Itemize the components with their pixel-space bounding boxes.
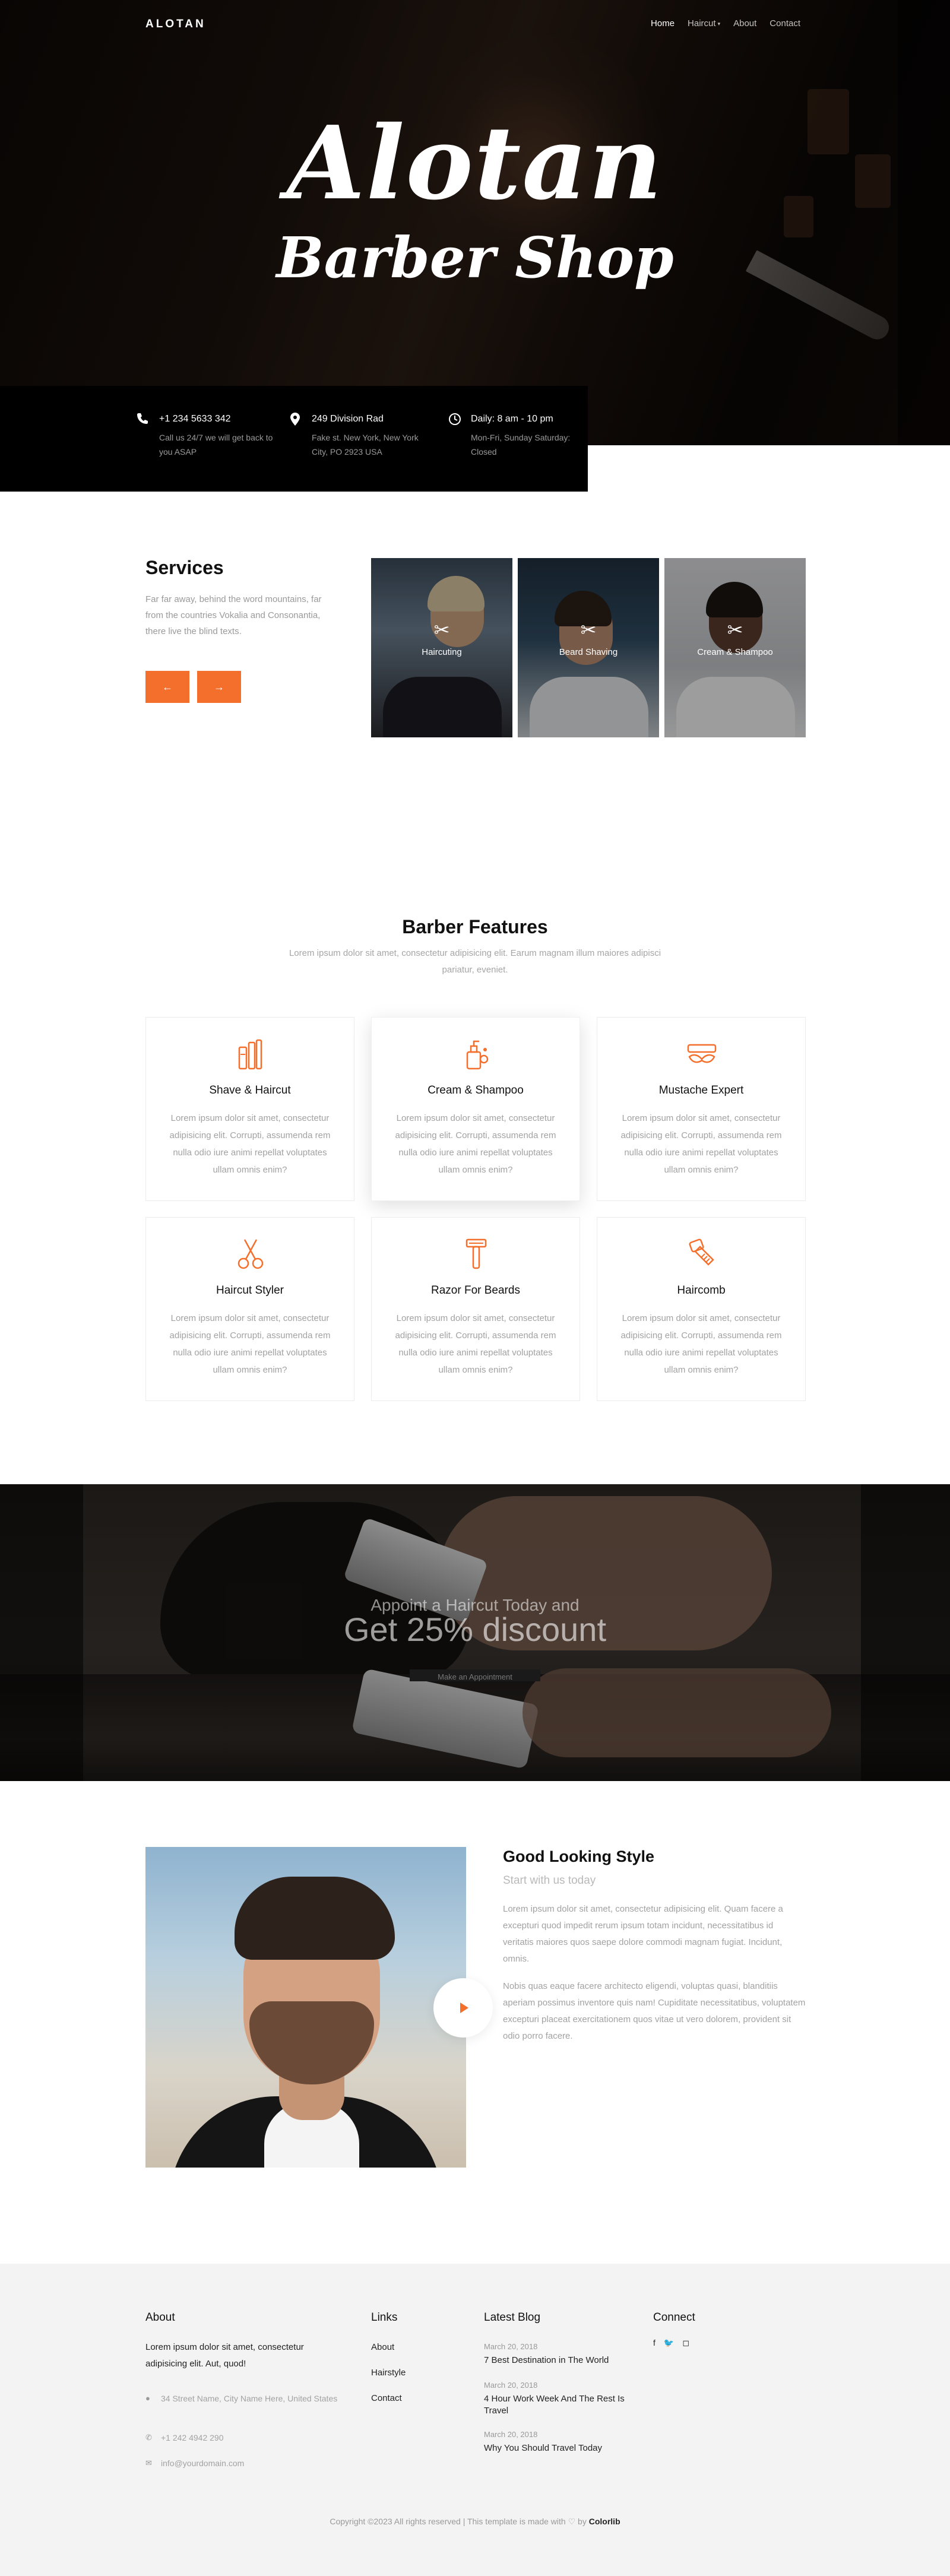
service-card-cream-shampoo[interactable]: ✂ Cream & Shampoo <box>664 558 806 737</box>
feature-card: Razor For Beards Lorem ipsum dolor sit a… <box>371 1217 580 1401</box>
copyright: Copyright ©2023 All rights reserved | Th… <box>330 2517 620 2526</box>
shave-kit-icon <box>233 1037 268 1072</box>
hero-title: Alotan <box>286 104 664 223</box>
colorlib-link[interactable]: Colorlib <box>589 2517 620 2526</box>
mail-icon: ✉ <box>145 2458 152 2467</box>
comb-icon <box>684 1237 720 1272</box>
phone-icon: ✆ <box>145 2433 152 2442</box>
service-card-beard-shaving[interactable]: ✂ Beard Shaving <box>518 558 659 737</box>
style-subtitle: Start with us today <box>503 1874 596 1887</box>
style-paragraph: Lorem ipsum dolor sit amet, consectetur … <box>503 1904 783 1964</box>
hero-section: ALOTAN Home Haircut ▾ About Contact Alota… <box>0 0 950 445</box>
info-bar: +1 234 5633 342 Call us 24/7 we will get… <box>0 386 588 492</box>
top-nav: ALOTAN Home Haircut ▾ About Contact <box>0 0 950 47</box>
service-label: Haircuting <box>422 647 462 657</box>
cream-bottle-icon <box>458 1037 494 1072</box>
footer-about-title: About <box>145 2311 175 2324</box>
facebook-icon[interactable]: f <box>653 2338 656 2348</box>
clock-icon <box>448 413 461 426</box>
heart-icon: ♡ <box>568 2517 576 2526</box>
services-description: Far far away, behind the word mountains,… <box>145 594 322 636</box>
map-pin-icon <box>289 413 302 426</box>
service-card-haircuting[interactable]: ✂ Haircuting <box>371 558 512 737</box>
style-photo <box>145 1847 466 2168</box>
brand-logo[interactable]: ALOTAN <box>145 18 206 31</box>
instagram-icon[interactable]: ◻ <box>682 2338 689 2348</box>
service-label: Cream & Shampoo <box>697 647 773 657</box>
blog-post-link[interactable]: Why You Should Travel Today <box>484 2442 638 2454</box>
footer-link-contact[interactable]: Contact <box>371 2393 402 2403</box>
style-paragraph: Nobis quas eaque facere architecto elige… <box>503 1981 806 2041</box>
mustache-icon <box>684 1037 720 1072</box>
feature-card: Mustache Expert Lorem ipsum dolor sit am… <box>597 1017 806 1201</box>
nav-home[interactable]: Home <box>651 18 674 28</box>
chevron-down-icon: ▾ <box>717 20 721 27</box>
phone-icon <box>137 413 150 426</box>
features-title: Barber Features <box>402 916 548 937</box>
scissors-icon <box>233 1237 268 1272</box>
blog-post-link[interactable]: 7 Best Destination in The World <box>484 2355 638 2366</box>
social-links: f 🐦 ◻ <box>653 2338 689 2348</box>
services-next-button[interactable]: → <box>197 671 241 703</box>
footer-blog-title: Latest Blog <box>484 2311 541 2324</box>
features-subtitle: Lorem ipsum dolor sit amet, consectetur … <box>289 948 661 975</box>
nav-haircut[interactable]: Haircut ▾ <box>688 18 720 28</box>
feature-card: Cream & Shampoo Lorem ipsum dolor sit am… <box>371 1017 580 1201</box>
blog-post-link[interactable]: 4 Hour Work Week And The Rest Is Travel <box>484 2393 638 2417</box>
twitter-icon[interactable]: 🐦 <box>664 2338 674 2348</box>
scissors-icon: ✂ <box>580 619 597 641</box>
footer-link-hairstyle[interactable]: Hairstyle <box>371 2368 406 2378</box>
feature-card: Shave & Haircut Lorem ipsum dolor sit am… <box>145 1017 354 1201</box>
footer-link-about[interactable]: About <box>371 2342 394 2352</box>
footer-links-title: Links <box>371 2311 398 2324</box>
main-menu: Home Haircut ▾ About Contact <box>651 18 800 28</box>
page: ALOTAN Home Haircut ▾ About Contact Alota… <box>0 0 950 2576</box>
services-prev-button[interactable]: ← <box>145 671 189 703</box>
style-title: Good Looking Style <box>503 1848 654 1865</box>
feature-card: Haircomb Lorem ipsum dolor sit amet, con… <box>597 1217 806 1401</box>
service-label: Beard Shaving <box>559 647 618 657</box>
services-title: Services <box>145 557 224 578</box>
footer: About Lorem ipsum dolor sit amet, consec… <box>0 2264 950 2576</box>
map-pin-icon: ● <box>145 2394 150 2403</box>
appointment-button[interactable]: Make an Appointment <box>410 1669 540 1681</box>
feature-card: Haircut Styler Lorem ipsum dolor sit ame… <box>145 1217 354 1401</box>
play-video-button[interactable] <box>433 1978 493 2038</box>
nav-contact[interactable]: Contact <box>770 18 800 28</box>
scissors-icon: ✂ <box>727 619 743 641</box>
hero-subtitle: Barber Shop <box>276 225 674 291</box>
footer-connect-title: Connect <box>653 2311 695 2324</box>
discount-banner: Appoint a Haircut Today and Get 25% disc… <box>0 1484 950 1781</box>
play-icon <box>460 2003 468 2013</box>
nav-about[interactable]: About <box>733 18 756 28</box>
razor-icon <box>458 1237 494 1272</box>
footer-about-text: Lorem ipsum dolor sit amet, consectetur … <box>145 2342 304 2369</box>
discount-headline: Get 25% discount <box>343 1611 607 1648</box>
scissors-icon: ✂ <box>433 619 450 641</box>
